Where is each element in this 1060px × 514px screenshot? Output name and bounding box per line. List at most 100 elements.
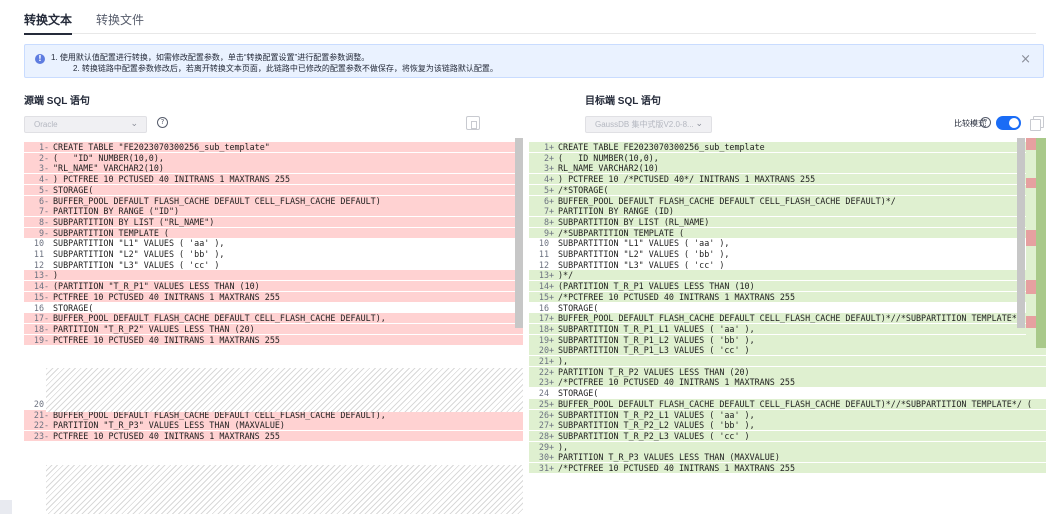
line-number: 19 <box>538 335 549 345</box>
diff-marker: + <box>549 324 555 334</box>
line-number: 14 <box>538 281 549 291</box>
diff-marker: - <box>44 270 50 280</box>
notice-line-1: 1. 使用默认值配置进行转换，如需修改配置参数，单击“转换配置设置”进行配置参数… <box>51 53 370 62</box>
code-text: SUBPARTITION T_R_P2_L2 VALUES ( 'bb' ), <box>558 420 755 430</box>
line-number: 5 <box>38 185 44 195</box>
code-text: PCTFREE 10 PCTUSED 40 INITRANS 1 MAXTRAN… <box>53 431 280 441</box>
diff-marker: + <box>549 420 555 430</box>
code-line: 15+/*PCTFREE 10 PCTUSED 40 INITRANS 1 MA… <box>529 292 1046 302</box>
code-line: 3- "RL_NAME" VARCHAR2(10) <box>24 163 523 173</box>
source-scrollbar[interactable] <box>515 138 523 328</box>
code-line: 18- PARTITION "T_R_P2" VALUES LESS THAN (… <box>24 324 523 334</box>
code-text: ( ID NUMBER(10,0), <box>558 153 659 163</box>
code-text: PCTFREE 10 PCTUSED 40 INITRANS 1 MAXTRAN… <box>53 292 280 302</box>
diff-marker: + <box>549 410 555 420</box>
line-number: 31 <box>538 463 549 473</box>
target-scrollbar[interactable] <box>1017 138 1025 328</box>
tab-bar: 转换文本 转换文件 <box>24 0 1036 35</box>
code-line: 8- SUBPARTITION BY LIST ("RL_NAME") <box>24 217 523 227</box>
target-sql-editor[interactable]: 31+/*PCTFREE 10 PCTUSED 40 INITRANS 1 MA… <box>529 138 1046 514</box>
source-sql-editor[interactable]: 23- PCTFREE 10 PCTUSED 40 INITRANS 1 MAXT… <box>24 138 523 514</box>
copy-icon[interactable] <box>1030 116 1044 131</box>
code-text: (PARTITION "T_R_P1" VALUES LESS THAN (10… <box>53 281 260 291</box>
code-line: 3+ RL_NAME VARCHAR2(10) <box>529 163 1046 173</box>
diff-marker: + <box>549 463 555 473</box>
clear-source-icon[interactable] <box>466 116 480 130</box>
code-line: 13-) <box>24 270 523 280</box>
diff-marker: - <box>44 142 50 152</box>
code-line: 9+/*SUBPARTITION TEMPLATE ( <box>529 228 1046 238</box>
line-number: 7 <box>38 206 44 216</box>
diff-marker: - <box>44 153 50 163</box>
line-number: 4 <box>543 174 549 184</box>
code-line: 17+ BUFFER_POOL DEFAULT FLASH_CACHE DEFAU… <box>529 313 1046 323</box>
line-number: 4 <box>38 174 44 184</box>
diff-marker: + <box>549 313 555 323</box>
code-line: 24 STORAGE( <box>529 388 1046 398</box>
diff-marker <box>44 260 53 270</box>
diff-filler <box>46 465 523 514</box>
diff-marker <box>549 260 558 270</box>
code-line: 1+ CREATE TABLE FE2023070300256_sub_templ… <box>529 142 1046 152</box>
diff-minimap-mark <box>1026 280 1036 294</box>
source-db-select[interactable]: Oracle ⌄ <box>24 116 147 133</box>
code-line: 21+), <box>529 356 1046 366</box>
diff-marker: - <box>44 324 50 334</box>
code-text: /*STORAGE( <box>558 185 609 195</box>
code-text: CREATE TABLE "FE2023070300256_sub_templa… <box>53 142 270 152</box>
diff-marker <box>549 388 558 398</box>
code-text: SUBPARTITION "L3" VALUES ( 'cc' ) <box>558 260 725 270</box>
source-sql-title: 源端 SQL 语句 <box>24 96 90 107</box>
line-number: 15 <box>538 292 549 302</box>
code-line: 23+/*PCTFREE 10 PCTUSED 40 INITRANS 1 MA… <box>529 377 1046 387</box>
code-line: 16 STORAGE( <box>529 303 1046 313</box>
compare-help-icon[interactable]: ? <box>980 117 991 128</box>
line-number: 11 <box>33 249 44 259</box>
code-line: 22+ PARTITION T_R_P2 VALUES LESS THAN (20… <box>529 367 1046 377</box>
code-line: 26+ SUBPARTITION T_R_P2_L1 VALUES ( 'aa' … <box>529 410 1046 420</box>
source-help-icon[interactable]: ? <box>157 117 168 128</box>
line-number: 16 <box>33 303 44 313</box>
diff-marker <box>44 238 53 248</box>
code-text: PARTITION BY RANGE (ID) <box>558 206 674 216</box>
line-number: 8 <box>38 217 44 227</box>
diff-marker <box>44 249 53 259</box>
diff-marker: + <box>549 335 555 345</box>
code-line: 8+ SUBPARTITION BY LIST (RL_NAME) <box>529 217 1046 227</box>
code-line: 29+), <box>529 442 1046 452</box>
line-number: 22 <box>33 420 44 430</box>
compare-mode-toggle[interactable] <box>996 116 1021 130</box>
diff-filler <box>46 368 523 412</box>
diff-marker: - <box>44 163 50 173</box>
code-text: SUBPARTITION BY LIST ("RL_NAME") <box>53 217 215 227</box>
code-text: PARTITION T_R_P2 VALUES LESS THAN (20) <box>558 367 750 377</box>
diff-marker: + <box>549 196 555 206</box>
line-number: 28 <box>538 431 549 441</box>
diff-marker: - <box>44 217 50 227</box>
close-icon[interactable]: × <box>1020 53 1031 67</box>
line-number: 9 <box>543 228 549 238</box>
target-db-select[interactable]: GaussDB 集中式版V2.0-8... ⌄ <box>585 116 712 133</box>
tab-convert-text[interactable]: 转换文本 <box>24 0 73 35</box>
code-text: BUFFER_POOL DEFAULT FLASH_CACHE DEFAULT … <box>558 196 896 206</box>
line-number: 27 <box>538 420 549 430</box>
code-text: /*PCTFREE 10 PCTUSED 40 INITRANS 1 MAXTR… <box>558 292 795 302</box>
diff-marker: - <box>44 206 50 216</box>
line-number: 14 <box>33 281 44 291</box>
code-line: 17- BUFFER_POOL DEFAULT FLASH_CACHE DEFAU… <box>24 313 523 323</box>
chevron-down-icon: ⌄ <box>695 119 703 129</box>
diff-marker: + <box>549 356 555 366</box>
code-line: 2-( "ID" NUMBER(10,0), <box>24 153 523 163</box>
code-line: 27+ SUBPARTITION T_R_P2_L2 VALUES ( 'bb' … <box>529 420 1046 430</box>
code-line: 10 SUBPARTITION "L1" VALUES ( 'aa' ), <box>529 238 1046 248</box>
diff-marker: + <box>549 281 555 291</box>
code-text: SUBPARTITION "L1" VALUES ( 'aa' ), <box>558 238 730 248</box>
code-text: PCTFREE 10 PCTUSED 40 INITRANS 1 MAXTRAN… <box>53 335 280 345</box>
code-text: SUBPARTITION T_R_P1_L1 VALUES ( 'aa' ), <box>558 324 755 334</box>
info-notice: ! 1. 使用默认值配置进行转换，如需修改配置参数，单击“转换配置设置”进行配置… <box>24 44 1044 78</box>
tab-convert-file[interactable]: 转换文件 <box>96 0 144 34</box>
code-line: 2+( ID NUMBER(10,0), <box>529 153 1046 163</box>
diff-minimap-right <box>1036 138 1046 348</box>
diff-marker: + <box>549 442 555 452</box>
code-line: 14- (PARTITION "T_R_P1" VALUES LESS THAN … <box>24 281 523 291</box>
